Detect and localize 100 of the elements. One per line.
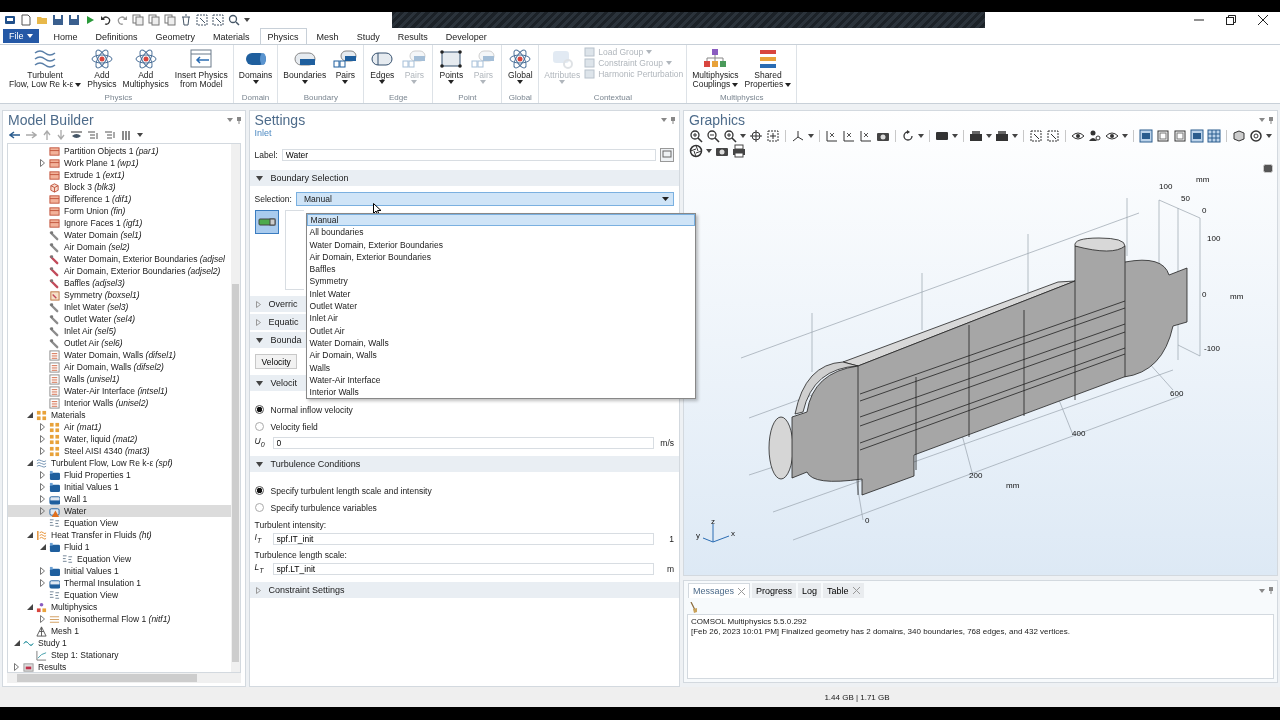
app-icon[interactable] — [4, 14, 16, 26]
radio-button[interactable] — [254, 486, 264, 495]
collapsed-arrow-icon[interactable] — [40, 567, 45, 575]
tree-row[interactable]: Equation View — [8, 517, 231, 529]
file-menu-button[interactable]: File — [3, 29, 39, 43]
tree-row[interactable]: Air (mat1) — [8, 421, 231, 433]
eye-icon[interactable] — [1071, 129, 1085, 143]
pin-icon[interactable] — [1269, 116, 1273, 124]
section-header[interactable]: Constraint Settings — [249, 582, 679, 598]
tree-row[interactable]: Wall 1 — [8, 493, 231, 505]
tree-row[interactable]: Baffles (adjsel3) — [8, 277, 231, 289]
panel-menu-caret-icon[interactable] — [661, 118, 667, 122]
ribbon-tab[interactable]: Physics — [259, 28, 307, 44]
ribbon-button[interactable]: Boundaries — [281, 47, 329, 84]
tree-row[interactable]: Study 1 — [8, 637, 231, 649]
dropdown-option[interactable]: Manual — [306, 214, 695, 227]
tree-row[interactable]: Initial Values 1 — [8, 565, 231, 577]
collapsed-arrow-icon[interactable] — [40, 435, 45, 443]
dropdown-option[interactable]: Interior Walls — [306, 386, 695, 399]
columns-icon[interactable] — [122, 130, 131, 140]
tree-row[interactable]: Inlet Air (sel5) — [8, 325, 231, 337]
pin-icon[interactable] — [1269, 587, 1273, 594]
ribbon-button[interactable]: Multiphysics Couplings — [690, 47, 741, 89]
dropdown-option[interactable]: All boundaries — [306, 226, 695, 239]
tree-row[interactable]: Extrude 1 (ext1) — [8, 169, 231, 181]
pin-icon[interactable] — [236, 116, 241, 124]
dropdown-option[interactable]: Symmetry — [306, 275, 695, 288]
deselect-box-icon[interactable] — [212, 14, 224, 26]
select-box-icon[interactable] — [196, 14, 208, 26]
box-stack-icon[interactable] — [969, 129, 983, 143]
tree-row[interactable]: Water-Air Interface (intsel1) — [8, 385, 231, 397]
restore-icon[interactable] — [1226, 15, 1236, 25]
tree-row[interactable]: Block 3 (blk3) — [8, 181, 231, 193]
rounded-square-icon[interactable] — [1263, 164, 1273, 173]
new-page-icon[interactable] — [20, 14, 32, 26]
dashed-box-icon[interactable] — [1046, 129, 1060, 143]
dropdown-option[interactable]: Outlet Water — [306, 300, 695, 313]
value-field[interactable]: spf.LT_init — [272, 562, 654, 575]
radio-button[interactable] — [254, 405, 264, 414]
panel-menu-caret-icon[interactable] — [1259, 118, 1265, 122]
collapsed-arrow-icon[interactable] — [40, 159, 45, 167]
ribbon-button[interactable]: Add Physics — [85, 47, 119, 89]
collapsed-arrow-icon[interactable] — [14, 663, 19, 671]
ribbon-tab[interactable]: Results — [389, 28, 436, 44]
messages-tab[interactable]: Log — [798, 583, 822, 598]
play-icon[interactable] — [84, 14, 96, 26]
section-header[interactable]: Turbulence Conditions — [249, 456, 679, 472]
tree-row[interactable]: Water, liquid (mat2) — [8, 433, 231, 445]
ring-icon[interactable] — [1249, 129, 1263, 143]
expanded-arrow-icon[interactable] — [26, 532, 33, 538]
tree-row[interactable]: Walls (unisel1) — [8, 373, 231, 385]
tree-row[interactable]: Steel AISI 4340 (mat3) — [8, 445, 231, 457]
copy-icon[interactable] — [132, 14, 144, 26]
tree-row[interactable]: Mesh 1 — [8, 625, 231, 637]
tree-row[interactable]: Inlet Water (sel3) — [8, 301, 231, 313]
grid-icon[interactable] — [1207, 129, 1221, 143]
selection-combobox[interactable]: Manual — [295, 192, 674, 206]
ribbon-button[interactable]: Add Multiphysics — [120, 47, 171, 89]
person-search-icon[interactable] — [1088, 129, 1102, 143]
ribbon-button[interactable]: Shared Properties — [742, 47, 794, 89]
panel-menu-caret-icon[interactable] — [226, 118, 233, 122]
cube-icon[interactable] — [1232, 129, 1246, 143]
dropdown-option[interactable]: Inlet Air — [306, 312, 695, 325]
square-view-icon[interactable] — [1139, 129, 1153, 143]
pin-icon[interactable] — [671, 116, 675, 124]
tree-row[interactable]: Turbulent Flow, Low Re k-ε (spf) — [8, 457, 231, 469]
ribbon-tab[interactable]: Home — [45, 28, 86, 44]
ribbon-button[interactable]: Edges — [367, 47, 398, 84]
tree-row[interactable]: Water Domain, Exterior Boundaries (adjsel — [8, 253, 231, 265]
collapsed-arrow-icon[interactable] — [40, 579, 45, 587]
save-icon[interactable] — [52, 14, 64, 26]
messages-tab[interactable]: Progress — [752, 583, 797, 598]
tree-row[interactable]: Water Domain, Walls (difsel1) — [8, 349, 231, 361]
tree-row[interactable]: Outlet Air (sel6) — [8, 337, 231, 349]
radio-button[interactable] — [254, 503, 264, 512]
collapsed-arrow-icon[interactable] — [40, 471, 45, 479]
redo-icon[interactable] — [116, 14, 128, 26]
tree-row[interactable]: Form Union (fin) — [8, 205, 231, 217]
plane-view-icon[interactable] — [842, 129, 856, 143]
expanded-arrow-icon[interactable] — [26, 412, 33, 418]
tree-row[interactable]: Fluid 1 — [8, 541, 231, 553]
close-icon[interactable] — [1258, 15, 1268, 25]
ribbon-tab[interactable]: Geometry — [147, 28, 204, 44]
show-icon[interactable] — [71, 130, 82, 140]
plane-view-icon[interactable] — [859, 129, 873, 143]
dropdown-option[interactable]: Baffles — [306, 263, 695, 276]
ribbon-button[interactable]: Turbulent Flow, Low Re k-ε — [7, 47, 84, 89]
expand-tree-icon[interactable] — [105, 130, 116, 140]
value-field[interactable]: spf.IT_init — [272, 532, 654, 545]
horizontal-scrollbar[interactable] — [7, 673, 241, 683]
axes-icon[interactable] — [791, 129, 805, 143]
messages-tab[interactable]: Table — [823, 583, 864, 598]
tree-row[interactable]: Heat Transfer in Fluids (ht) — [8, 529, 231, 541]
zoom-out-icon[interactable] — [706, 129, 720, 143]
tree-row[interactable]: Multiphysics — [8, 601, 231, 613]
square-view-icon[interactable] — [1190, 129, 1204, 143]
expanded-arrow-icon[interactable] — [26, 460, 33, 466]
collapsed-arrow-icon[interactable] — [40, 447, 45, 455]
radio-button[interactable] — [254, 422, 264, 431]
zoom-extents-icon[interactable] — [766, 129, 780, 143]
